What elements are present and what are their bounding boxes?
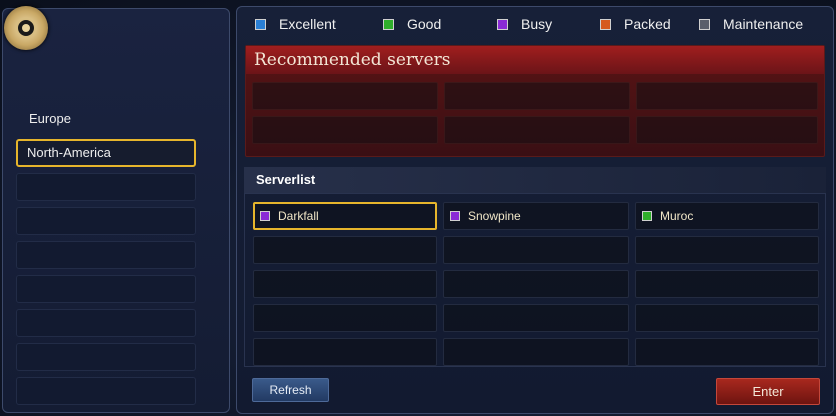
server-slot-empty [443, 236, 629, 264]
recommended-slot [252, 82, 438, 110]
legend-packed-label: Packed [624, 16, 671, 32]
region-list: Europe North-America [16, 105, 196, 411]
server-slot-empty [253, 338, 437, 366]
server-name: Muroc [660, 209, 694, 223]
legend-good-label: Good [407, 16, 442, 32]
region-slot-empty [16, 377, 196, 405]
recommended-slot [636, 116, 818, 144]
server-slot-empty [635, 304, 819, 332]
server-item-snowpine[interactable]: Snowpine [443, 202, 629, 230]
server-slot-empty [635, 270, 819, 298]
region-item-north-america[interactable]: North-America [16, 139, 196, 167]
server-item-muroc[interactable]: Muroc [635, 202, 819, 230]
server-slot-empty [635, 236, 819, 264]
legend-packed-swatch-icon [600, 18, 611, 30]
region-slot-empty [16, 207, 196, 235]
server-slot-empty [253, 236, 437, 264]
enter-button[interactable]: Enter [716, 378, 820, 405]
server-name: Darkfall [278, 209, 319, 223]
server-slot-empty [253, 304, 437, 332]
recommended-slot [444, 116, 630, 144]
gear-hub [22, 24, 30, 32]
recommended-grid [252, 82, 818, 144]
server-slot-empty [443, 338, 629, 366]
server-list: Darkfall Snowpine Muroc [244, 193, 826, 367]
legend-excellent-swatch-icon [255, 18, 266, 30]
legend-busy-label: Busy [521, 16, 553, 32]
serverlist-title: Serverlist [244, 167, 826, 193]
status-swatch-icon [260, 211, 270, 221]
recommended-servers-title: Recommended servers [246, 46, 824, 74]
legend-maintenance-swatch-icon [699, 18, 710, 30]
recommended-servers-box: Recommended servers [245, 45, 825, 157]
refresh-button[interactable]: Refresh [252, 378, 329, 402]
region-slot-empty [16, 275, 196, 303]
legend-packed: Packed [600, 16, 671, 32]
server-grid: Darkfall Snowpine Muroc [253, 202, 819, 366]
server-panel: Excellent Good Busy Packed Maintenance R… [236, 6, 834, 414]
region-slot-empty [16, 309, 196, 337]
server-slot-empty [443, 304, 629, 332]
region-slot-empty [16, 241, 196, 269]
region-slot-empty [16, 343, 196, 371]
legend-excellent-label: Excellent [279, 16, 336, 32]
server-item-darkfall[interactable]: Darkfall [253, 202, 437, 230]
region-slot-empty [16, 173, 196, 201]
status-swatch-icon [450, 211, 460, 221]
legend-busy: Busy [497, 16, 552, 32]
server-name: Snowpine [468, 209, 521, 223]
region-item-europe[interactable]: Europe [16, 105, 196, 133]
server-slot-empty [253, 270, 437, 298]
status-legend: Excellent Good Busy Packed Maintenance [255, 16, 825, 36]
legend-good: Good [383, 16, 441, 32]
region-panel: Europe North-America [2, 8, 230, 413]
legend-maintenance: Maintenance [699, 16, 803, 32]
recommended-slot [636, 82, 818, 110]
server-slot-empty [443, 270, 629, 298]
legend-busy-swatch-icon [497, 18, 508, 30]
legend-excellent: Excellent [255, 16, 336, 32]
legend-good-swatch-icon [383, 18, 394, 30]
settings-gear-icon[interactable] [4, 6, 48, 50]
recommended-slot [444, 82, 630, 110]
recommended-slot [252, 116, 438, 144]
status-swatch-icon [642, 211, 652, 221]
server-slot-empty [635, 338, 819, 366]
legend-maintenance-label: Maintenance [723, 16, 804, 32]
